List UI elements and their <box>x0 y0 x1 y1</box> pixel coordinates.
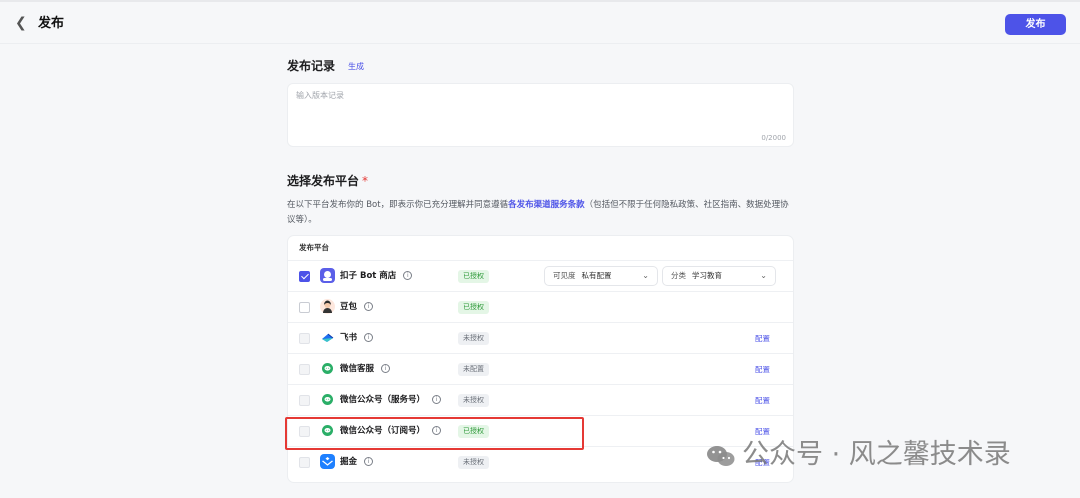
top-bar: ❮ 发布 发布 <box>0 0 1080 44</box>
platform-name: 微信公众号（服务号） i <box>340 393 442 407</box>
checkbox[interactable] <box>299 302 310 313</box>
publish-button[interactable]: 发布 <box>1005 14 1066 35</box>
checkbox[interactable] <box>299 457 310 468</box>
platform-name: 掘金 i <box>340 455 374 469</box>
terms-link[interactable]: 各发布渠道服务条款 <box>508 200 585 210</box>
info-icon[interactable]: i <box>432 395 442 404</box>
platform-row-feishu: 飞书 i 未授权 配置 <box>288 322 793 353</box>
feishu-icon <box>320 330 335 345</box>
status-badge: 已授权 <box>458 301 489 314</box>
platform-name: 豆包 i <box>340 300 374 314</box>
visibility-select[interactable]: 可见度 私有配置 ⌄ <box>544 266 658 286</box>
checkbox[interactable] <box>299 364 310 375</box>
platform-description: 在以下平台发布你的 Bot，即表示你已充分理解并同意遵循各发布渠道服务条款（包括… <box>287 200 789 225</box>
version-record-input[interactable]: 输入版本记录 0/2000 <box>287 83 794 147</box>
info-icon[interactable]: i <box>364 457 374 466</box>
coze-store-icon <box>320 268 335 283</box>
config-link[interactable]: 配置 <box>755 394 770 407</box>
juejin-icon <box>320 454 335 469</box>
wechat-icon <box>320 361 335 376</box>
status-badge: 已授权 <box>458 270 489 283</box>
status-badge: 未配置 <box>458 363 489 376</box>
table-header: 发布平台 <box>299 243 329 252</box>
config-link[interactable]: 配置 <box>755 363 770 376</box>
checkbox[interactable] <box>299 333 310 344</box>
chevron-down-icon: ⌄ <box>642 271 649 280</box>
doubao-icon <box>320 299 335 314</box>
chevron-down-icon: ⌄ <box>760 271 767 280</box>
info-icon[interactable]: i <box>364 302 374 311</box>
wechat-watermark-icon <box>707 445 735 466</box>
info-icon[interactable]: i <box>403 271 413 280</box>
version-record-placeholder: 输入版本记录 <box>296 91 344 100</box>
chevron-left-icon[interactable]: ❮ <box>15 13 31 33</box>
info-icon[interactable]: i <box>381 364 391 373</box>
category-select[interactable]: 分类 学习教育 ⌄ <box>662 266 776 286</box>
platform-row-doubao: 豆包 i 已授权 <box>288 291 793 322</box>
status-badge: 未授权 <box>458 456 489 469</box>
platform-row-wechat-kf: 微信客服 i 未配置 配置 <box>288 353 793 384</box>
checkbox[interactable] <box>299 271 310 282</box>
page-title: 发布 <box>38 16 65 31</box>
status-badge: 未授权 <box>458 394 489 407</box>
platform-row-wechat-service: 微信公众号（服务号） i 未授权 配置 <box>288 384 793 415</box>
config-link[interactable]: 配置 <box>755 332 770 345</box>
highlight-box <box>285 417 584 450</box>
platform-name: 飞书 i <box>340 331 374 345</box>
status-badge: 未授权 <box>458 332 489 345</box>
platform-name: 扣子 Bot 商店 i <box>340 269 413 283</box>
wechat-icon <box>320 392 335 407</box>
record-section-title: 发布记录 <box>287 59 336 73</box>
info-icon[interactable]: i <box>364 333 374 342</box>
platform-row-coze-store: 扣子 Bot 商店 i 已授权 可见度 私有配置 ⌄ 分类 学习教育 ⌄ <box>288 260 793 291</box>
generate-button[interactable]: 生成 <box>348 61 364 73</box>
checkbox[interactable] <box>299 395 310 406</box>
required-mark: * <box>362 174 369 188</box>
platform-section-title: 选择发布平台 * <box>287 174 369 188</box>
platform-name: 微信客服 i <box>340 362 391 376</box>
char-counter: 0/2000 <box>761 134 786 142</box>
watermark: 公众号 · 风之馨技术录 <box>706 436 1011 474</box>
